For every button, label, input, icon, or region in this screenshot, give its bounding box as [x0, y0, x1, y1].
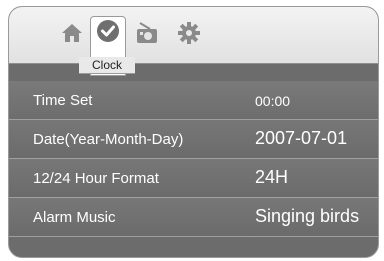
setting-value: 24H [255, 167, 289, 187]
setting-label: Date(Year-Month-Day) [33, 131, 184, 148]
tab-radio[interactable] [132, 19, 162, 47]
gear-icon [178, 22, 200, 44]
setting-label: Time Set [33, 92, 93, 109]
tab-settings[interactable] [174, 19, 204, 47]
setting-row-alarm-music[interactable]: Alarm Music Singing birds [9, 198, 378, 237]
tab-clock-label: Clock [79, 57, 135, 74]
setting-label: 12/24 Hour Format [33, 170, 159, 187]
top-tab-bar: Clock [9, 7, 378, 76]
setting-row-date[interactable]: Date(Year-Month-Day) 2007-07-01 [9, 120, 378, 159]
setting-value: Singing birds [255, 206, 360, 226]
setting-row-hour-format[interactable]: 12/24 Hour Format 24H [9, 159, 378, 198]
tab-home[interactable] [57, 19, 87, 47]
setting-label: Alarm Music [33, 209, 116, 226]
setting-row-time-set[interactable]: Time Set 00:00 [9, 81, 378, 120]
radio-icon [137, 22, 157, 43]
home-icon [62, 24, 82, 42]
setting-value: 2007-07-01 [255, 128, 348, 148]
clock-icon [97, 20, 119, 42]
device-screen: Clock Time Set 00:00 Date(Year-Month-Day… [8, 6, 379, 258]
settings-list: Time Set 00:00 Date(Year-Month-Day) 2007… [9, 81, 378, 237]
setting-value: 00:00 [255, 93, 291, 109]
